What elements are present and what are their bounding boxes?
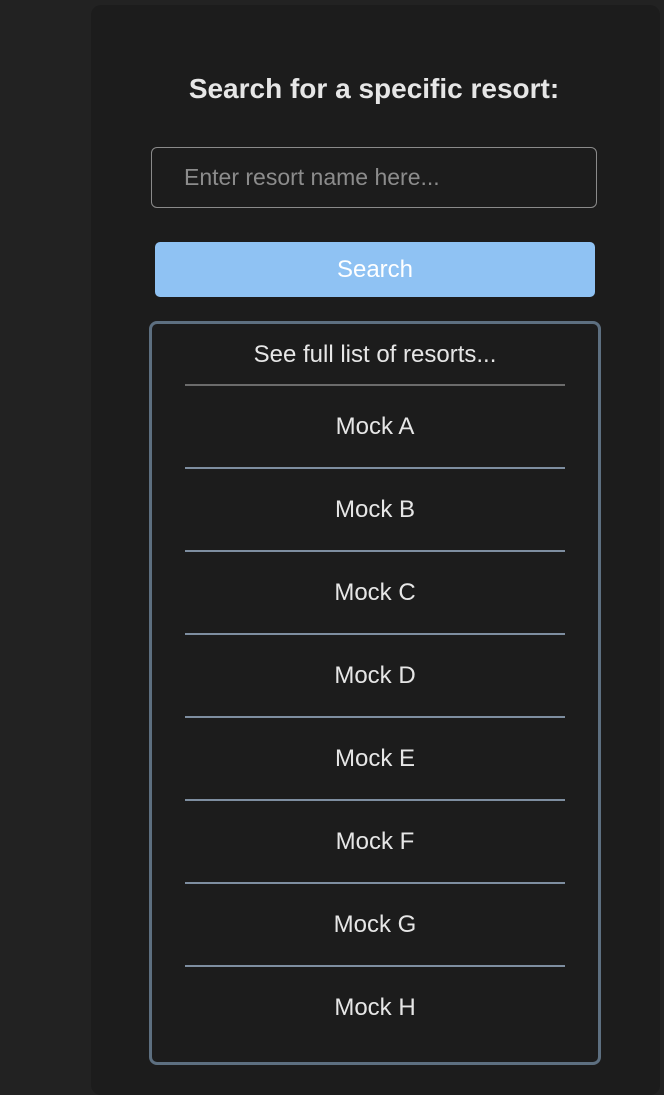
resort-item-mock-f[interactable]: Mock F	[185, 801, 565, 884]
resort-search-input[interactable]	[151, 147, 597, 208]
resort-list[interactable]: See full list of resorts... Mock A Mock …	[149, 321, 601, 1065]
resort-item-mock-c[interactable]: Mock C	[185, 552, 565, 635]
search-button[interactable]: Search	[155, 242, 595, 297]
resort-list-items: Mock A Mock B Mock C Mock D Mock E Mock …	[185, 386, 565, 1048]
resort-item-mock-d[interactable]: Mock D	[185, 635, 565, 718]
resort-item-mock-e[interactable]: Mock E	[185, 718, 565, 801]
search-panel: Search for a specific resort: Search See…	[91, 5, 660, 1095]
resort-item-mock-g[interactable]: Mock G	[185, 884, 565, 967]
resort-item-mock-h[interactable]: Mock H	[185, 967, 565, 1048]
resort-item-mock-a[interactable]: Mock A	[185, 386, 565, 469]
search-title: Search for a specific resort:	[188, 73, 560, 104]
resort-item-mock-b[interactable]: Mock B	[185, 469, 565, 552]
resort-list-header: See full list of resorts...	[253, 341, 497, 368]
